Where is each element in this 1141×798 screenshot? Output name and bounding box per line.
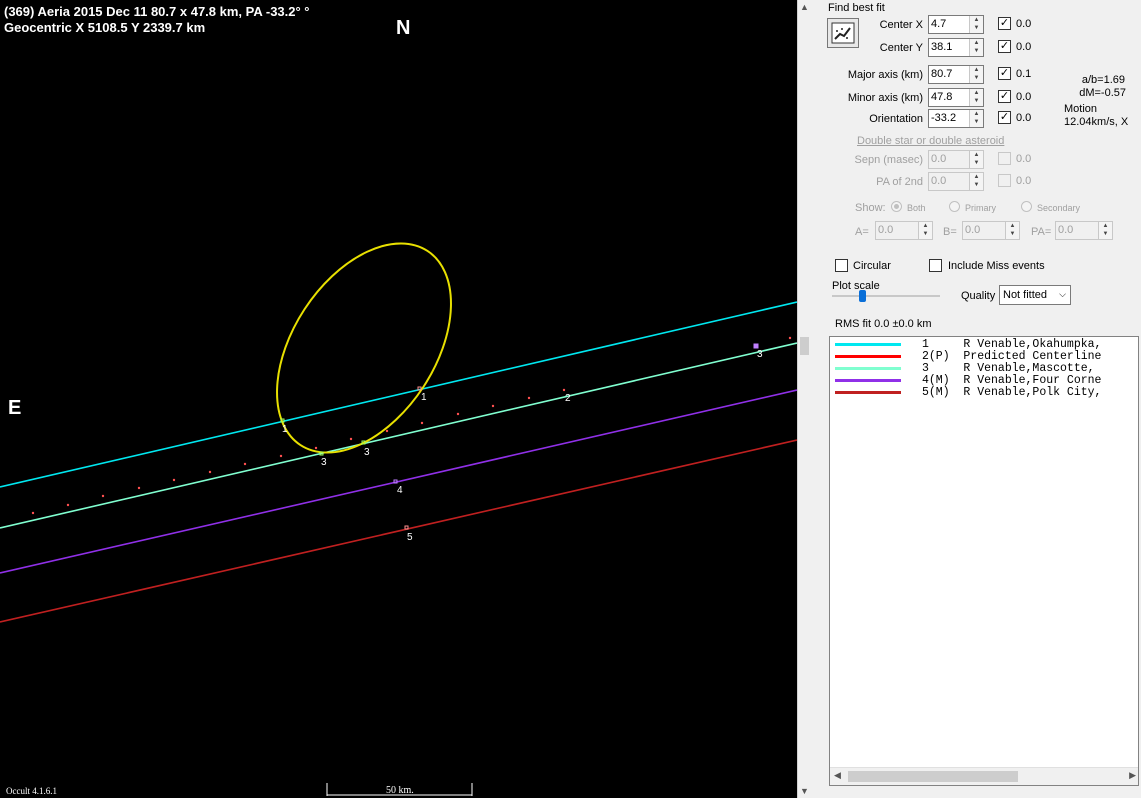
predicted-centerline-dots	[31, 336, 792, 515]
scroll-down-icon[interactable]: ▼	[800, 786, 809, 796]
show-primary-radio[interactable]	[949, 201, 960, 212]
chevron-down-icon: ⌵	[1059, 289, 1066, 299]
legend-row[interactable]: 5(M) R Venable,Polk City,	[830, 386, 1138, 399]
show-both-radio[interactable]	[891, 201, 902, 212]
pa2nd-input[interactable]: 0.0 ▲ ▼	[928, 172, 984, 191]
center-x-label: Center X	[879, 19, 923, 31]
show-both-label: Both	[907, 203, 926, 213]
legend-swatch	[835, 367, 901, 370]
circular-checkbox[interactable]	[835, 259, 848, 272]
chord-label: 5	[407, 532, 413, 543]
ab-ratio: a/b=1.69	[1081, 74, 1125, 86]
pa2nd-label: PA of 2nd	[876, 176, 923, 188]
geocentric-coords: Geocentric X 5108.5 Y 2339.7 km	[4, 20, 206, 35]
center-x-input[interactable]: 4.7 ▲ ▼	[928, 15, 984, 34]
chord-1-line	[0, 301, 797, 488]
sepn-fit-checkbox[interactable]	[998, 152, 1011, 165]
pa2nd-fit-checkbox[interactable]	[998, 174, 1011, 187]
chord-label: 3	[757, 349, 763, 360]
version-label: Occult 4.1.6.1	[6, 786, 57, 796]
sepn-fit-value: 0.0	[1016, 153, 1032, 165]
scroll-up-icon[interactable]: ▲	[800, 2, 809, 12]
plot-title: (369) Aeria 2015 Dec 11 80.7 x 47.8 km, …	[4, 4, 310, 19]
a-label: A=	[855, 226, 869, 238]
b-input[interactable]: 0.0 ▲ ▼	[962, 221, 1020, 240]
include-miss-label: Include Miss events	[948, 260, 1045, 272]
center-y-label: Center Y	[879, 42, 923, 54]
center-y-fit-value: 0.0	[1016, 41, 1032, 53]
event-markers	[280, 343, 759, 530]
show-secondary-radio[interactable]	[1021, 201, 1032, 212]
quality-select[interactable]: Not fitted ⌵	[999, 285, 1071, 305]
orientation-fit-value: 0.0	[1016, 112, 1032, 124]
scroll-left-icon[interactable]: ◀	[834, 770, 841, 781]
scroll-right-icon[interactable]: ▶	[1129, 770, 1136, 781]
rms-fit-label: RMS fit 0.0 ±0.0 km	[835, 318, 932, 330]
minor-axis-label: Minor axis (km)	[847, 92, 923, 104]
include-miss-checkbox[interactable]	[929, 259, 942, 272]
chord-5-line	[0, 439, 797, 623]
east-label: E	[8, 397, 22, 419]
center-y-input[interactable]: 38.1 ▲ ▼	[928, 38, 984, 57]
show-label: Show:	[855, 202, 886, 214]
fit-panel: Find best fit Center X 4.7 ▲ ▼ ✓ 0.0 Cente…	[812, 0, 1141, 798]
quality-label: Quality	[961, 290, 996, 302]
chord-3-line	[0, 342, 797, 529]
center-y-fit-checkbox[interactable]: ✓	[998, 40, 1011, 53]
b-label: B=	[943, 226, 957, 238]
legend-swatch	[835, 391, 901, 394]
sepn-input[interactable]: 0.0 ▲ ▼	[928, 150, 984, 169]
pa2nd-fit-value: 0.0	[1016, 175, 1032, 187]
motion-value: 12.04km/s, X	[1064, 116, 1129, 128]
occultation-plot[interactable]: 1 1 3 3 4 5 2 3 (369) Aeria 2015 Dec 11 …	[0, 0, 797, 798]
quality-value: Not fitted	[1003, 289, 1048, 301]
pa-input[interactable]: 0.0 ▲ ▼	[1055, 221, 1113, 240]
legend-text: 5(M) R Venable,Polk City,	[922, 386, 1102, 399]
observer-legend-list[interactable]: 1 R Venable,Okahumpka, 2(P) Predicted Ce…	[829, 336, 1139, 786]
north-label: N	[396, 17, 411, 39]
chord-label: 1	[421, 392, 427, 403]
find-best-fit-label: Find best fit	[828, 2, 885, 14]
minor-axis-input[interactable]: 47.8 ▲ ▼	[928, 88, 984, 107]
major-axis-label: Major axis (km)	[847, 69, 923, 81]
plot-scale-slider-thumb[interactable]	[859, 290, 866, 302]
legend-swatch	[835, 343, 901, 346]
asteroid-profile-ellipse	[276, 242, 452, 454]
legend-horizontal-scrollbar[interactable]: ◀ ▶	[830, 767, 1138, 785]
chord-label: 3	[321, 457, 327, 468]
legend-scroll-thumb[interactable]	[848, 771, 1018, 782]
chord-label: 3	[364, 447, 370, 458]
show-primary-label: Primary	[965, 203, 996, 213]
center-x-fit-value: 0.0	[1016, 18, 1032, 30]
legend-swatch	[835, 355, 901, 358]
minor-axis-fit-value: 0.0	[1016, 91, 1032, 103]
delta-magnitude: dM=-0.57	[1079, 87, 1126, 99]
plot-scale-slider-track[interactable]	[832, 295, 940, 297]
circular-label: Circular	[853, 260, 891, 272]
motion-label: Motion	[1064, 103, 1098, 115]
pa-label: PA=	[1031, 226, 1052, 238]
major-axis-fit-value: 0.1	[1016, 68, 1032, 80]
a-input[interactable]: 0.0 ▲ ▼	[875, 221, 933, 240]
scale-label: 50 km.	[386, 785, 414, 796]
scroll-thumb[interactable]	[800, 337, 809, 355]
chord-label: 1	[282, 424, 288, 435]
major-axis-fit-checkbox[interactable]: ✓	[998, 67, 1011, 80]
plot-scrollbar[interactable]: ▲ ▼	[797, 0, 812, 798]
show-secondary-label: Secondary	[1037, 203, 1081, 213]
sepn-label: Sepn (masec)	[854, 154, 923, 166]
plot-canvas: 1 1 3 3 4 5 2 3	[0, 242, 797, 796]
chord-label: 4	[397, 485, 403, 496]
minor-axis-fit-checkbox[interactable]: ✓	[998, 90, 1011, 103]
double-star-label: Double star or double asteroid	[857, 135, 1005, 147]
legend-swatch	[835, 379, 901, 382]
chord-label: 2	[565, 393, 571, 404]
orientation-label: Orientation	[869, 113, 923, 125]
plot-scale-label: Plot scale	[832, 280, 880, 292]
orientation-input[interactable]: -33.2 ▲ ▼	[928, 109, 984, 128]
center-x-fit-checkbox[interactable]: ✓	[998, 17, 1011, 30]
major-axis-input[interactable]: 80.7 ▲ ▼	[928, 65, 984, 84]
orientation-fit-checkbox[interactable]: ✓	[998, 111, 1011, 124]
